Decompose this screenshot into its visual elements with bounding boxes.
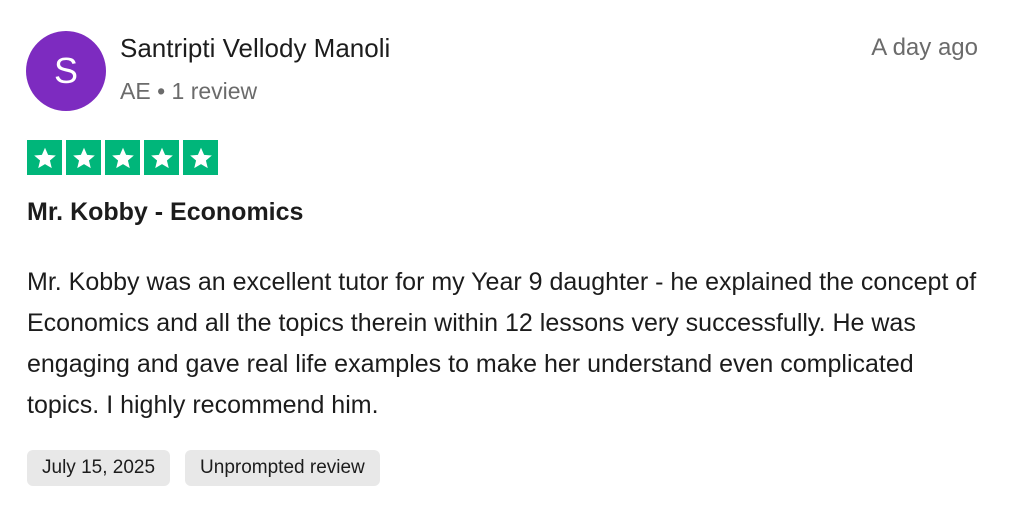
- review-age: A day ago: [871, 34, 978, 61]
- reviewer-meta: AE • 1 review: [120, 78, 258, 104]
- star-icon: [144, 140, 179, 175]
- avatar-initial: S: [53, 50, 78, 91]
- reviewer-name[interactable]: Santripti Vellody Manoli: [120, 33, 390, 64]
- review-tags: July 15, 2025 Unprompted review: [27, 450, 380, 486]
- review-title[interactable]: Mr. Kobby - Economics: [27, 198, 303, 227]
- star-icon: [27, 140, 62, 175]
- review-body: Mr. Kobby was an excellent tutor for my …: [27, 268, 977, 419]
- review-card: S Santripti Vellody Manoli AE • 1 review…: [0, 0, 1024, 505]
- date-tag: July 15, 2025: [27, 450, 171, 486]
- star-icon: [183, 140, 218, 175]
- star-rating: [27, 140, 218, 175]
- review-type-tag[interactable]: Unprompted review: [185, 450, 380, 486]
- star-icon: [105, 140, 140, 175]
- avatar[interactable]: S: [26, 31, 106, 111]
- star-icon: [66, 140, 101, 175]
